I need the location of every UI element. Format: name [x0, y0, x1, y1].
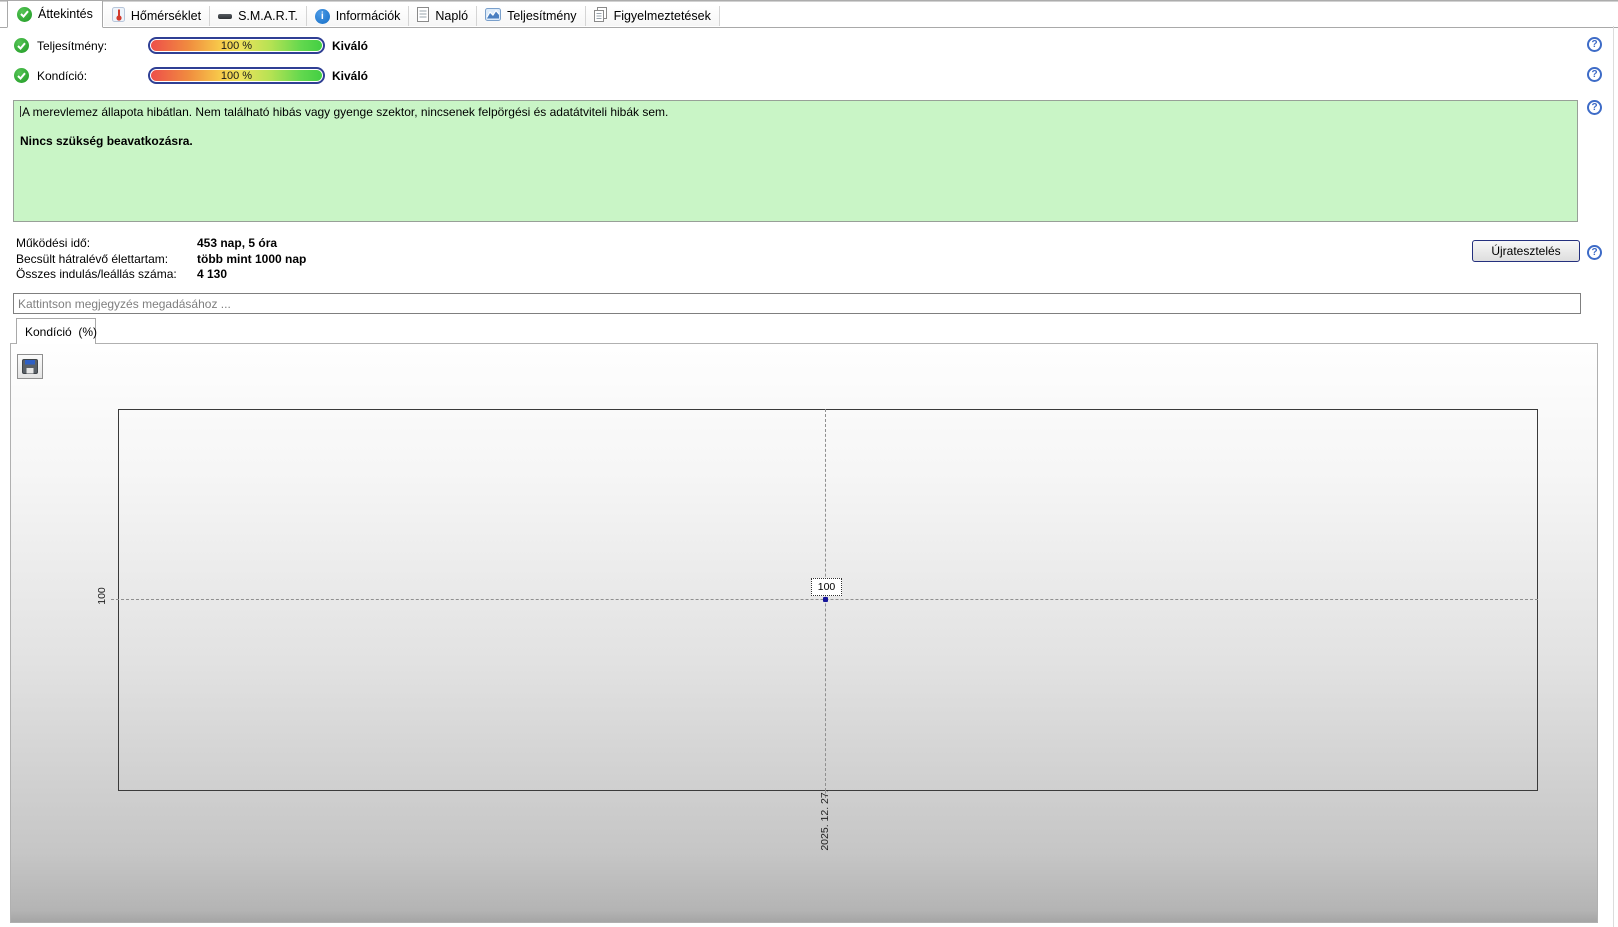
right-edge-divider [1613, 26, 1614, 927]
main-tabbar: Áttekintés Hőmérséklet S.M.A.R.T. i Info… [0, 0, 1618, 28]
performance-label: Teljesítmény: [37, 39, 108, 53]
health-status-box: A merevlemez állapota hibátlan. Nem talá… [13, 100, 1578, 222]
info-icon: i [314, 8, 330, 24]
tab-label: Információk [335, 9, 401, 23]
condition-gauge: 100 % [148, 67, 325, 84]
tab-teljesitmeny[interactable]: Teljesítmény [477, 6, 586, 26]
performance-rating: Kiváló [332, 39, 369, 53]
tab-informaciok[interactable]: i Információk [306, 6, 410, 26]
condition-rating: Kiváló [332, 69, 369, 83]
lifetime-value: több mint 1000 nap [197, 252, 307, 266]
app-window: Áttekintés Hőmérséklet S.M.A.R.T. i Info… [0, 0, 1618, 927]
tab-kondicio-chart[interactable]: Kondíció (%) [16, 318, 97, 344]
status-line-2: Nincs szükség beavatkozásra. [20, 134, 193, 148]
chart-plot-area[interactable] [118, 409, 1538, 791]
pages-icon [593, 7, 608, 25]
help-icon-retest[interactable]: ? [1587, 245, 1602, 260]
lifetime-label: Becsült hátralévő élettartam: [16, 252, 169, 266]
tab-homerseklet[interactable]: Hőmérséklet [102, 6, 211, 26]
performance-gauge: 100 % [148, 37, 325, 54]
document-icon [417, 7, 430, 25]
power-on-time-label: Működési idő: [16, 236, 91, 250]
tab-label: Áttekintés [38, 7, 93, 21]
condition-gauge-value: 100 % [151, 70, 322, 82]
chart-data-point[interactable] [823, 597, 828, 602]
tab-label: Napló [435, 9, 469, 23]
tab-label: Teljesítmény [507, 9, 577, 23]
tab-label: S.M.A.R.T. [238, 9, 298, 23]
help-icon-status[interactable]: ? [1587, 100, 1602, 115]
floppy-icon [22, 359, 38, 374]
condition-label: Kondíció: [37, 69, 88, 83]
tab-smart[interactable]: S.M.A.R.T. [210, 6, 307, 26]
chart-icon [485, 8, 502, 24]
chart-panel: 100 2025. 12. 27. 100 [10, 343, 1598, 923]
tab-figyelmeztetesek[interactable]: Figyelmeztetések [585, 6, 720, 26]
check-circle-icon [17, 6, 32, 22]
chart-y-axis-tick-label: 100 [96, 587, 108, 605]
tab-label: Hőmérséklet [130, 9, 202, 23]
help-icon-condition[interactable]: ? [1587, 67, 1602, 82]
tab-naplo[interactable]: Napló [409, 6, 478, 26]
status-line-1: A merevlemez állapota hibátlan. Nem talá… [20, 105, 669, 119]
save-chart-button[interactable] [17, 354, 43, 379]
start-stop-label: Összes indulás/leállás száma: [16, 267, 177, 281]
comment-input[interactable] [13, 293, 1581, 314]
disk-icon [218, 13, 233, 19]
text-caret [20, 106, 21, 117]
tab-attekintes[interactable]: Áttekintés [7, 0, 103, 28]
chart-x-axis-tick-label: 2025. 12. 27. [819, 789, 831, 851]
retest-button[interactable]: Újratesztelés [1472, 240, 1580, 262]
performance-gauge-value: 100 % [151, 40, 322, 52]
thermometer-icon [111, 7, 125, 25]
power-on-time-value: 453 nap, 5 óra [197, 236, 278, 250]
start-stop-value: 4 130 [197, 267, 228, 281]
tab-label: Figyelmeztetések [613, 9, 711, 23]
performance-ok-icon [14, 38, 29, 53]
condition-ok-icon [14, 68, 29, 83]
help-icon-performance[interactable]: ? [1587, 37, 1602, 52]
chart-point-value-label: 100 [811, 578, 842, 596]
